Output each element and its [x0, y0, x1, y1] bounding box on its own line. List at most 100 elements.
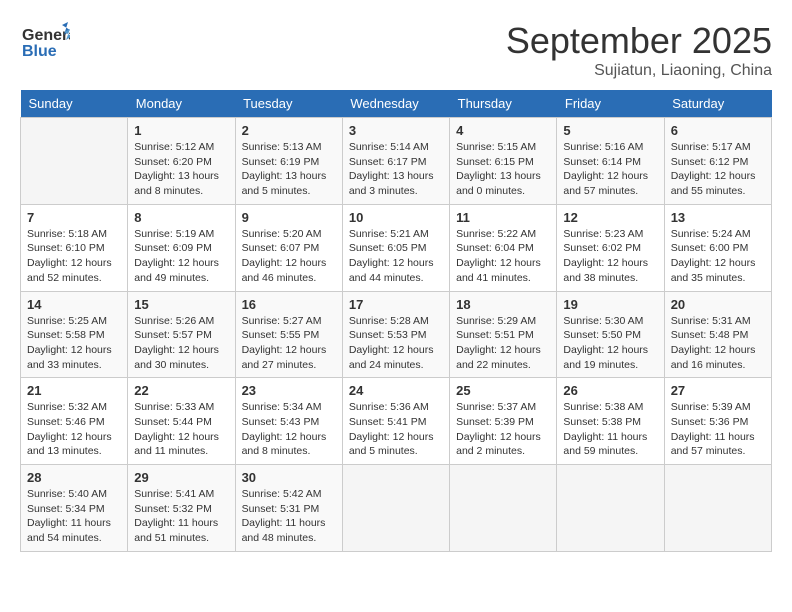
day-number: 24 — [349, 383, 443, 398]
calendar-cell — [21, 118, 128, 205]
calendar-cell: 26 Sunrise: 5:38 AM Sunset: 5:38 PM Dayli… — [557, 378, 664, 465]
day-info: Sunrise: 5:14 AM Sunset: 6:17 PM Dayligh… — [349, 140, 443, 199]
title-block: September 2025 Sujiatun, Liaoning, China — [506, 20, 772, 80]
day-number: 11 — [456, 210, 550, 225]
day-info: Sunrise: 5:42 AM Sunset: 5:31 PM Dayligh… — [242, 487, 336, 546]
calendar-cell: 10 Sunrise: 5:21 AM Sunset: 6:05 PM Dayli… — [342, 204, 449, 291]
calendar-cell: 12 Sunrise: 5:23 AM Sunset: 6:02 PM Dayli… — [557, 204, 664, 291]
day-number: 18 — [456, 297, 550, 312]
day-number: 14 — [27, 297, 121, 312]
day-info: Sunrise: 5:25 AM Sunset: 5:58 PM Dayligh… — [27, 314, 121, 373]
day-of-week-header: Tuesday — [235, 90, 342, 118]
calendar-cell: 9 Sunrise: 5:20 AM Sunset: 6:07 PM Daylig… — [235, 204, 342, 291]
day-info: Sunrise: 5:33 AM Sunset: 5:44 PM Dayligh… — [134, 400, 228, 459]
calendar-cell: 22 Sunrise: 5:33 AM Sunset: 5:44 PM Dayli… — [128, 378, 235, 465]
day-number: 6 — [671, 123, 765, 138]
day-number: 16 — [242, 297, 336, 312]
calendar-cell: 15Sunrise: 5:26 AM Sunset: 5:57 PM Dayli… — [128, 291, 235, 378]
calendar-cell: 14 Sunrise: 5:25 AM Sunset: 5:58 PM Dayli… — [21, 291, 128, 378]
day-number: 17 — [349, 297, 443, 312]
calendar-cell: 3 Sunrise: 5:14 AM Sunset: 6:17 PM Daylig… — [342, 118, 449, 205]
day-of-week-header: Saturday — [664, 90, 771, 118]
day-info: Sunrise: 5:23 AM Sunset: 6:02 PM Dayligh… — [563, 227, 657, 286]
calendar-cell — [342, 465, 449, 552]
svg-text:Blue: Blue — [22, 43, 57, 60]
calendar-cell: 21 Sunrise: 5:32 AM Sunset: 5:46 PM Dayli… — [21, 378, 128, 465]
calendar-cell: 4 Sunrise: 5:15 AM Sunset: 6:15 PM Daylig… — [450, 118, 557, 205]
calendar-cell: 23 Sunrise: 5:34 AM Sunset: 5:43 PM Dayli… — [235, 378, 342, 465]
day-of-week-header: Friday — [557, 90, 664, 118]
day-info: Sunrise: 5:28 AM Sunset: 5:53 PM Dayligh… — [349, 314, 443, 373]
day-number: 5 — [563, 123, 657, 138]
day-number: 4 — [456, 123, 550, 138]
page-header: General Blue September 2025 Sujiatun, Li… — [20, 20, 772, 80]
day-number: 29 — [134, 470, 228, 485]
calendar-cell: 27 Sunrise: 5:39 AM Sunset: 5:36 PM Dayli… — [664, 378, 771, 465]
day-number: 25 — [456, 383, 550, 398]
day-info: Sunrise: 5:37 AM Sunset: 5:39 PM Dayligh… — [456, 400, 550, 459]
calendar-cell — [557, 465, 664, 552]
day-info: Sunrise: 5:20 AM Sunset: 6:07 PM Dayligh… — [242, 227, 336, 286]
day-number: 27 — [671, 383, 765, 398]
day-number: 9 — [242, 210, 336, 225]
calendar-cell: 2Sunrise: 5:13 AM Sunset: 6:19 PM Daylig… — [235, 118, 342, 205]
day-number: 1 — [134, 123, 228, 138]
day-info: Sunrise: 5:15 AM Sunset: 6:15 PM Dayligh… — [456, 140, 550, 199]
day-info: Sunrise: 5:39 AM Sunset: 5:36 PM Dayligh… — [671, 400, 765, 459]
day-number: 2 — [242, 123, 336, 138]
calendar-cell: 5Sunrise: 5:16 AM Sunset: 6:14 PM Daylig… — [557, 118, 664, 205]
day-info: Sunrise: 5:38 AM Sunset: 5:38 PM Dayligh… — [563, 400, 657, 459]
day-number: 30 — [242, 470, 336, 485]
calendar-cell: 19Sunrise: 5:30 AM Sunset: 5:50 PM Dayli… — [557, 291, 664, 378]
day-info: Sunrise: 5:24 AM Sunset: 6:00 PM Dayligh… — [671, 227, 765, 286]
day-number: 12 — [563, 210, 657, 225]
logo-icon: General Blue — [20, 20, 70, 65]
day-info: Sunrise: 5:31 AM Sunset: 5:48 PM Dayligh… — [671, 314, 765, 373]
calendar-week-row: 1 Sunrise: 5:12 AM Sunset: 6:20 PM Daylig… — [21, 118, 772, 205]
day-number: 22 — [134, 383, 228, 398]
calendar-table: SundayMondayTuesdayWednesdayThursdayFrid… — [20, 90, 772, 552]
calendar-cell: 6 Sunrise: 5:17 AM Sunset: 6:12 PM Daylig… — [664, 118, 771, 205]
day-of-week-header: Wednesday — [342, 90, 449, 118]
day-info: Sunrise: 5:32 AM Sunset: 5:46 PM Dayligh… — [27, 400, 121, 459]
svg-text:General: General — [22, 27, 70, 44]
day-number: 26 — [563, 383, 657, 398]
calendar-body: 1 Sunrise: 5:12 AM Sunset: 6:20 PM Daylig… — [21, 118, 772, 552]
day-info: Sunrise: 5:36 AM Sunset: 5:41 PM Dayligh… — [349, 400, 443, 459]
day-info: Sunrise: 5:12 AM Sunset: 6:20 PM Dayligh… — [134, 140, 228, 199]
location-subtitle: Sujiatun, Liaoning, China — [506, 62, 772, 80]
calendar-cell — [450, 465, 557, 552]
day-info: Sunrise: 5:30 AM Sunset: 5:50 PM Dayligh… — [563, 314, 657, 373]
calendar-cell: 7 Sunrise: 5:18 AM Sunset: 6:10 PM Daylig… — [21, 204, 128, 291]
logo: General Blue — [20, 20, 70, 70]
day-of-week-header: Monday — [128, 90, 235, 118]
day-info: Sunrise: 5:34 AM Sunset: 5:43 PM Dayligh… — [242, 400, 336, 459]
calendar-cell: 16 Sunrise: 5:27 AM Sunset: 5:55 PM Dayli… — [235, 291, 342, 378]
calendar-cell: 18 Sunrise: 5:29 AM Sunset: 5:51 PM Dayli… — [450, 291, 557, 378]
day-number: 10 — [349, 210, 443, 225]
day-info: Sunrise: 5:18 AM Sunset: 6:10 PM Dayligh… — [27, 227, 121, 286]
day-of-week-header: Sunday — [21, 90, 128, 118]
day-number: 7 — [27, 210, 121, 225]
calendar-cell: 30 Sunrise: 5:42 AM Sunset: 5:31 PM Dayli… — [235, 465, 342, 552]
calendar-cell: 25 Sunrise: 5:37 AM Sunset: 5:39 PM Dayli… — [450, 378, 557, 465]
day-number: 13 — [671, 210, 765, 225]
day-info: Sunrise: 5:27 AM Sunset: 5:55 PM Dayligh… — [242, 314, 336, 373]
day-number: 23 — [242, 383, 336, 398]
calendar-cell: 20Sunrise: 5:31 AM Sunset: 5:48 PM Dayli… — [664, 291, 771, 378]
day-number: 28 — [27, 470, 121, 485]
month-title: September 2025 — [506, 20, 772, 62]
day-info: Sunrise: 5:22 AM Sunset: 6:04 PM Dayligh… — [456, 227, 550, 286]
day-info: Sunrise: 5:19 AM Sunset: 6:09 PM Dayligh… — [134, 227, 228, 286]
calendar-header-row: SundayMondayTuesdayWednesdayThursdayFrid… — [21, 90, 772, 118]
day-info: Sunrise: 5:21 AM Sunset: 6:05 PM Dayligh… — [349, 227, 443, 286]
calendar-cell: 8Sunrise: 5:19 AM Sunset: 6:09 PM Daylig… — [128, 204, 235, 291]
day-number: 21 — [27, 383, 121, 398]
day-number: 15 — [134, 297, 228, 312]
day-info: Sunrise: 5:29 AM Sunset: 5:51 PM Dayligh… — [456, 314, 550, 373]
day-number: 3 — [349, 123, 443, 138]
day-info: Sunrise: 5:17 AM Sunset: 6:12 PM Dayligh… — [671, 140, 765, 199]
calendar-cell: 24 Sunrise: 5:36 AM Sunset: 5:41 PM Dayli… — [342, 378, 449, 465]
calendar-cell — [664, 465, 771, 552]
calendar-cell: 13 Sunrise: 5:24 AM Sunset: 6:00 PM Dayli… — [664, 204, 771, 291]
